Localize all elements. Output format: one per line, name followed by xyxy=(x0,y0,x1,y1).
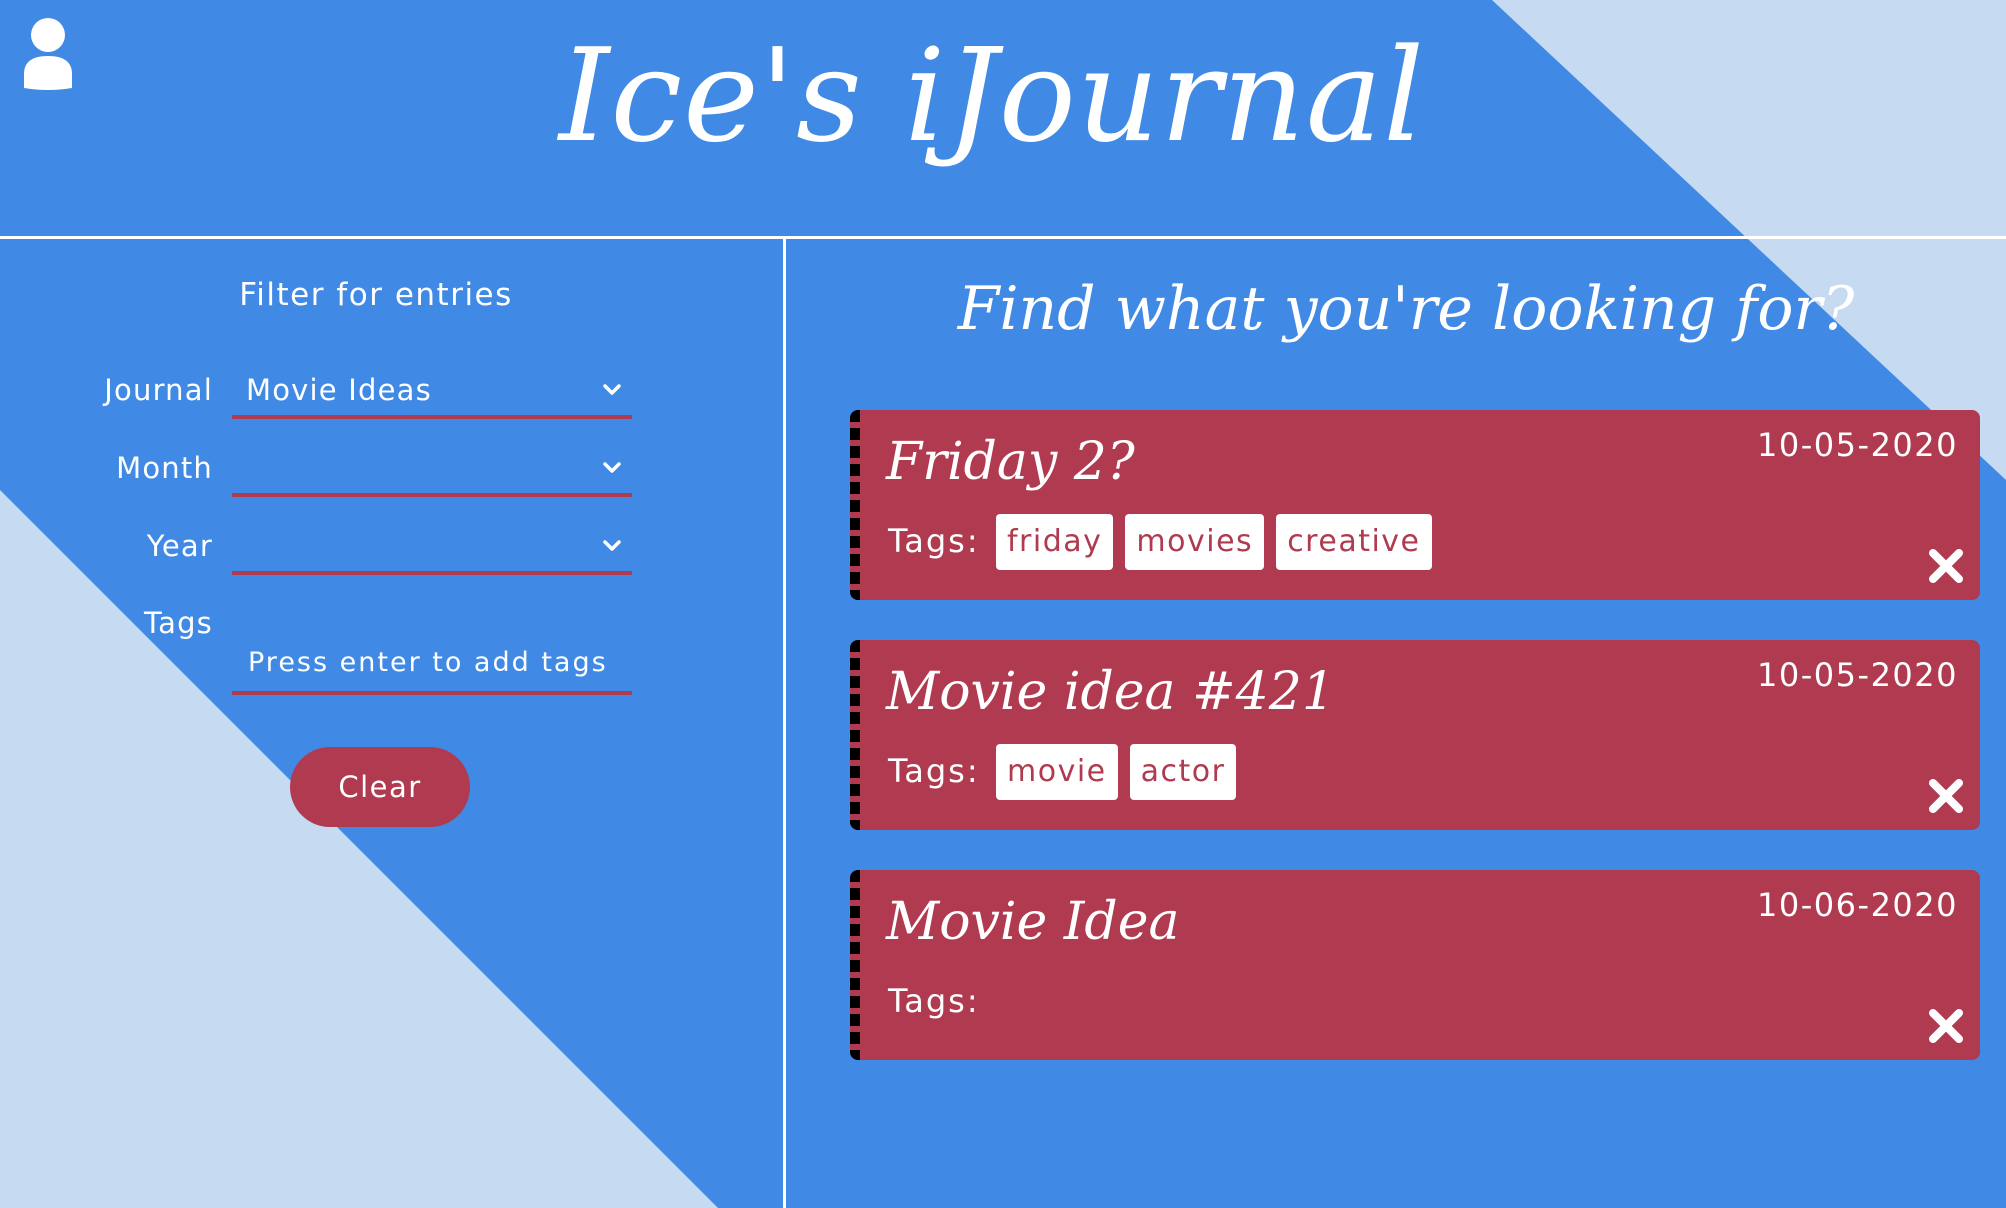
tags-label: Tags xyxy=(143,606,213,640)
tag-chip[interactable]: friday xyxy=(996,514,1114,570)
entry-spine xyxy=(850,640,860,830)
close-icon[interactable] xyxy=(1926,776,1966,816)
results-title: Find what you're looking for? xyxy=(957,274,1855,344)
entry-spine xyxy=(850,870,860,1060)
journal-label: Journal xyxy=(104,373,213,407)
month-label: Month xyxy=(116,451,213,485)
tag-chip[interactable]: movie xyxy=(996,744,1118,800)
header: Ice's iJournal xyxy=(0,0,2006,236)
entry-date: 10-05-2020 xyxy=(1757,656,1958,694)
app-title: Ice's iJournal xyxy=(558,22,1426,171)
year-select[interactable] xyxy=(232,525,632,575)
entry-tags: movie actor xyxy=(996,744,1237,800)
chevron-down-icon xyxy=(603,384,621,395)
entry-title[interactable]: Friday 2? xyxy=(886,424,1135,500)
filter-title: Filter for entries xyxy=(239,277,513,313)
entry-tags-label: Tags: xyxy=(888,522,980,560)
tag-chip[interactable]: creative xyxy=(1276,514,1432,570)
year-label: Year xyxy=(146,529,213,563)
close-icon[interactable] xyxy=(1926,1006,1966,1046)
tags-input-placeholder: Press enter to add tags xyxy=(248,647,608,678)
entry-date: 10-06-2020 xyxy=(1757,886,1958,924)
entry-card[interactable]: Friday 2? 10-05-2020 Tags: friday movies… xyxy=(850,410,1980,600)
tags-input[interactable]: Press enter to add tags xyxy=(232,635,632,695)
journal-select[interactable]: Movie Ideas xyxy=(232,369,632,419)
entry-tags-label: Tags: xyxy=(888,752,980,790)
entry-tags: friday movies creative xyxy=(996,514,1432,570)
tag-chip[interactable]: movies xyxy=(1125,514,1265,570)
results-panel: Find what you're looking for? Friday 2? … xyxy=(786,239,2006,1208)
entry-spine xyxy=(850,410,860,600)
journal-select-value: Movie Ideas xyxy=(246,373,432,407)
chevron-down-icon xyxy=(603,462,621,473)
entry-card[interactable]: Movie Idea 10-06-2020 Tags: xyxy=(850,870,1980,1060)
entry-title[interactable]: Movie idea #421 xyxy=(886,654,1335,730)
entry-date: 10-05-2020 xyxy=(1757,426,1958,464)
entry-tags-label: Tags: xyxy=(888,982,980,1020)
chevron-down-icon xyxy=(603,540,621,551)
tag-chip[interactable]: actor xyxy=(1129,744,1237,800)
clear-button[interactable]: Clear xyxy=(290,747,470,827)
filter-panel: Filter for entries Journal Movie Ideas M… xyxy=(0,239,783,1208)
entry-title[interactable]: Movie Idea xyxy=(886,884,1179,960)
month-select[interactable] xyxy=(232,447,632,497)
close-icon[interactable] xyxy=(1926,546,1966,586)
entry-card[interactable]: Movie idea #421 10-05-2020 Tags: movie a… xyxy=(850,640,1980,830)
